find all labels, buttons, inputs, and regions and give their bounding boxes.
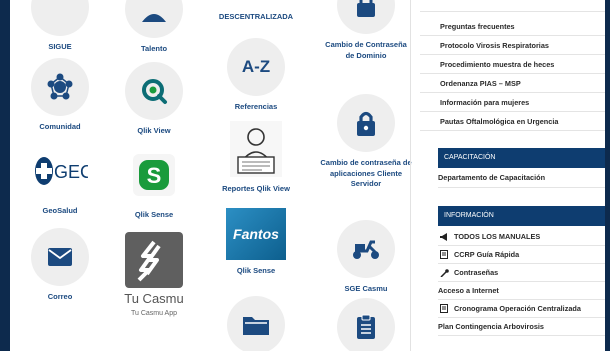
ccrp-guia-label: CCRP Guía Rápida [454,249,520,259]
link-cronograma[interactable]: Cronograma Operación Centralizada [438,300,605,318]
tile-label-geosalud: GeoSalud [42,206,78,215]
page: SIGUE Comunidad GEC GeoSalud Correo Tale… [10,0,605,351]
cronograma-label: Cronograma Operación Centralizada [454,303,581,313]
contrasenas-label: Contraseñas [454,267,499,277]
tile-label-cambio-aplicaciones: Cambio de contraseña de aplicaciones Cli… [320,158,412,188]
link-informacion-mujeres[interactable]: Información para mujeres [420,93,605,112]
tile-label-qlik-sense: Qlik Sense [134,210,174,219]
geosalud-logo-text: GEC [54,162,88,182]
tile-label-correo: Correo [47,292,73,301]
az-icon-text: A-Z [241,57,271,76]
tile-fantos[interactable]: Fantos Qlik Sense [206,208,306,277]
link-ccrp-guia[interactable]: CCRP Guía Rápida [438,246,605,264]
link-preguntas-frecuentes[interactable]: Preguntas frecuentes [420,17,605,36]
capacitacion-header: CAPACITACIÓN [438,148,605,168]
tu-casmu-logo [106,232,202,288]
link-ordenanza-pias[interactable]: Ordenanza PIAS – MSP [420,74,605,93]
svg-text:S: S [147,163,162,188]
link-pautas-oftalmologica[interactable]: Pautas Oftalmológica en Urgencia [420,112,605,131]
tile-label-qlik-view: Qlik View [137,126,171,135]
sidebar-links: Preguntas frecuentes Protocolo Virosis R… [420,0,605,351]
lock-icon [337,94,395,152]
tile-folder[interactable] [206,296,306,351]
fantos-logo-text: Fantos [233,226,279,242]
key-icon [438,268,450,277]
document-icon [438,304,450,313]
tile-label-descentralizada: DESCENTRALIZADA [218,12,294,21]
tile-comunidad[interactable]: Comunidad [12,58,108,133]
tile-reportes-qlik-view[interactable]: Reportes Qlik View [206,120,306,195]
app-grid: SIGUE Comunidad GEC GeoSalud Correo Tale… [10,0,412,351]
tile-label-cambio-dominio: Cambio de Contraseña de Dominio [325,40,407,60]
sigue-icon-circle [31,0,89,36]
fantos-logo: Fantos [206,208,306,260]
link-contrasenas[interactable]: Contraseñas [438,264,605,282]
reportes-icon [206,120,306,178]
tile-geosalud[interactable]: GEC GeoSalud [12,142,108,217]
link-plan-contingencia[interactable]: Plan Contingencia Arbovirosis [438,318,605,336]
lock-icon-top [337,0,395,34]
scooter-icon [337,220,395,278]
tile-qlik-view[interactable]: Qlik View [106,62,202,137]
mail-icon [31,228,89,286]
tu-casmu-app-label: Tu Casmu App [130,310,178,317]
talento-icon [125,0,183,38]
tile-label-sge-casmu: SGE Casmu [344,284,388,293]
tile-label-comunidad: Comunidad [39,122,81,131]
tile-label-talento: Talento [140,44,168,53]
quick-links-list: Preguntas frecuentes Protocolo Virosis R… [420,17,605,131]
clipboard-icon [337,298,395,351]
document-icon [438,250,450,259]
link-acceso-internet[interactable]: Acceso a Internet [438,282,605,300]
qlik-view-icon [125,62,183,120]
link-departamento-capacitacion[interactable]: Departamento de Capacitación [438,168,605,188]
capacitacion-list: Departamento de Capacitación [438,168,605,188]
tile-referencias[interactable]: A-Z Referencias [206,38,306,113]
tile-sigue[interactable]: SIGUE [12,0,108,53]
folder-icon [227,296,285,351]
tile-label-reportes-qlik-view: Reportes Qlik View [222,184,290,193]
informacion-list: TODOS LOS MANUALES CCRP Guía Rápida Cont… [438,228,605,336]
link-todos-manuales[interactable]: TODOS LOS MANUALES [438,228,605,246]
tile-label-referencias: Referencias [234,102,278,111]
tile-qlik-sense[interactable]: S Qlik Sense [106,146,202,221]
tile-correo[interactable]: Correo [12,228,108,303]
tile-label-qlik-sense-2: Qlik Sense [236,266,276,275]
informacion-header: INFORMACIÓN [438,206,605,226]
az-icon: A-Z [227,38,285,96]
tile-descentralizada[interactable]: DESCENTRALIZADA [206,12,306,23]
qlik-sense-icon: S [106,146,202,204]
link-row-cut [420,0,605,12]
megaphone-icon [438,232,450,241]
comunidad-icon [31,58,89,116]
todos-manuales-label: TODOS LOS MANUALES [454,231,541,241]
tile-label-sigue: SIGUE [48,42,72,51]
column-divider [410,0,411,351]
tu-casmu-label: Tu Casmu [124,291,184,306]
tile-cambio-dominio[interactable]: Cambio de Contraseña de Dominio [316,0,416,61]
tile-cambio-aplicaciones[interactable]: Cambio de contraseña de aplicaciones Cli… [316,94,416,190]
tile-tu-casmu[interactable]: Tu Casmu Tu Casmu App [106,232,202,317]
tile-sge-casmu[interactable]: SGE Casmu [316,220,416,295]
link-protocolo-virosis[interactable]: Protocolo Virosis Respiratorias [420,36,605,55]
tile-talento[interactable]: Talento [106,0,202,55]
link-procedimiento-heces[interactable]: Procedimiento muestra de heces [420,55,605,74]
geosalud-logo: GEC [12,142,108,200]
tile-clipboard[interactable] [316,298,416,351]
